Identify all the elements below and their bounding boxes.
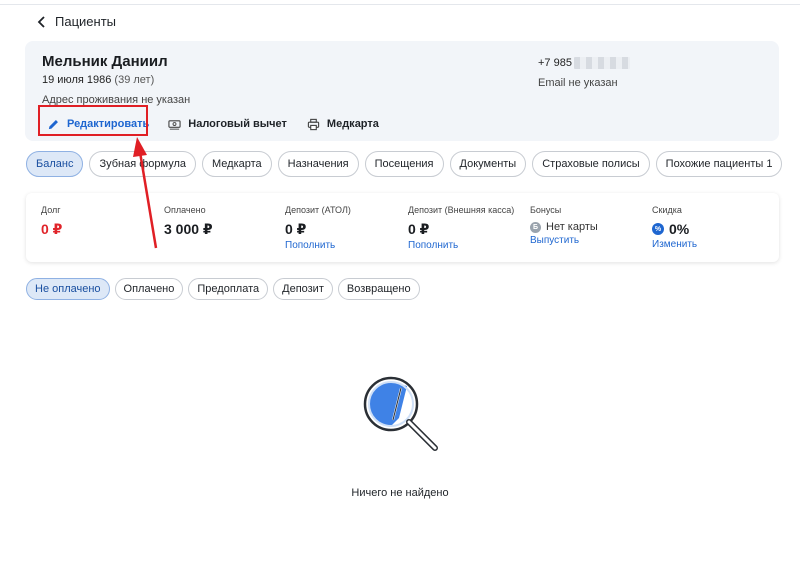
filter-prepayment[interactable]: Предоплата xyxy=(188,278,269,300)
filter-paid[interactable]: Оплачено xyxy=(114,278,184,300)
bonus-block: Бонусы Б Нет карты Выпустить xyxy=(530,205,598,246)
empty-state-text: Ничего не найдено xyxy=(351,487,449,499)
tab-documents[interactable]: Документы xyxy=(449,151,527,177)
bonus-value: Нет карты xyxy=(546,221,598,233)
paid-label: Оплачено xyxy=(164,205,206,215)
filter-unpaid[interactable]: Не оплачено xyxy=(26,278,110,300)
discount-value: 0% xyxy=(669,221,690,237)
bonus-issue-link[interactable]: Выпустить xyxy=(530,235,598,246)
paid-block: Оплачено 3 000 ₽ xyxy=(164,205,213,238)
tab-similar-patients[interactable]: Похожие пациенты 1 xyxy=(655,151,783,177)
discount-change-link[interactable]: Изменить xyxy=(652,239,697,250)
filter-returned[interactable]: Возвращено xyxy=(337,278,420,300)
bonus-label: Бонусы xyxy=(530,205,562,215)
phone-value: +7 985 xyxy=(538,57,572,69)
top-divider xyxy=(0,4,800,5)
deposit-atol-label: Депозит (АТОЛ) xyxy=(285,205,351,215)
tab-balance[interactable]: Баланс xyxy=(26,151,84,177)
back-button[interactable]: Пациенты xyxy=(37,14,116,29)
phone-redaction xyxy=(573,57,630,69)
deposit-atol-value: 0 ₽ xyxy=(285,221,307,237)
magnifier-empty-icon xyxy=(363,376,438,451)
discount-label: Скидка xyxy=(652,205,682,215)
paid-value: 3 000 ₽ xyxy=(164,221,213,237)
patient-phone[interactable]: +7 985 xyxy=(538,57,630,69)
tab-dental-formula[interactable]: Зубная формула xyxy=(89,151,196,177)
filter-deposit[interactable]: Депозит xyxy=(273,278,333,300)
bonus-value-row: Б Нет карты xyxy=(530,221,598,233)
patient-dob: 19 июля 1986 (39 лет) xyxy=(42,74,154,86)
tax-label: Налоговый вычет xyxy=(188,118,287,130)
tab-prescriptions[interactable]: Назначения xyxy=(277,151,359,177)
medcard-print-button[interactable]: Медкарта xyxy=(307,113,379,135)
dob-value: 19 июля 1986 xyxy=(42,74,112,86)
chevron-left-icon xyxy=(37,15,45,28)
discount-block: Скидка % 0% Изменить xyxy=(652,205,697,250)
deposit-ext-value: 0 ₽ xyxy=(408,221,430,237)
patient-name: Мельник Даниил xyxy=(42,53,168,70)
tax-deduction-button[interactable]: Налоговый вычет xyxy=(168,113,287,135)
highlight-box xyxy=(38,105,148,136)
age-value: (39 лет) xyxy=(114,74,155,86)
printer-icon xyxy=(307,118,320,130)
payment-filters: Не оплачено Оплачено Предоплата Депозит … xyxy=(26,278,420,300)
balance-card: Долг 0 ₽ Оплачено 3 000 ₽ Депозит (АТОЛ)… xyxy=(26,193,779,262)
debt-label: Долг xyxy=(41,205,61,215)
discount-value-row: % 0% xyxy=(652,221,697,237)
tab-insurance[interactable]: Страховые полисы xyxy=(532,151,650,177)
patient-email: Email не указан xyxy=(538,77,618,89)
back-label: Пациенты xyxy=(55,14,116,29)
deposit-atol-topup-link[interactable]: Пополнить xyxy=(285,240,351,251)
debt-value: 0 ₽ xyxy=(41,221,63,237)
deposit-ext-block: Депозит (Внешняя касса) 0 ₽ Пополнить xyxy=(408,205,514,251)
deposit-ext-topup-link[interactable]: Пополнить xyxy=(408,240,514,251)
deposit-atol-block: Депозит (АТОЛ) 0 ₽ Пополнить xyxy=(285,205,351,251)
deposit-ext-label: Депозит (Внешняя касса) xyxy=(408,205,515,215)
percent-icon: % xyxy=(652,223,664,235)
patient-tabs: Баланс Зубная формула Медкарта Назначени… xyxy=(26,151,783,177)
bonus-coin-icon: Б xyxy=(530,221,541,233)
tab-medcard[interactable]: Медкарта xyxy=(202,151,272,177)
debt-block: Долг 0 ₽ xyxy=(41,205,62,238)
money-icon xyxy=(168,119,181,130)
medcard-label: Медкарта xyxy=(326,118,379,130)
tab-visits[interactable]: Посещения xyxy=(364,151,444,177)
